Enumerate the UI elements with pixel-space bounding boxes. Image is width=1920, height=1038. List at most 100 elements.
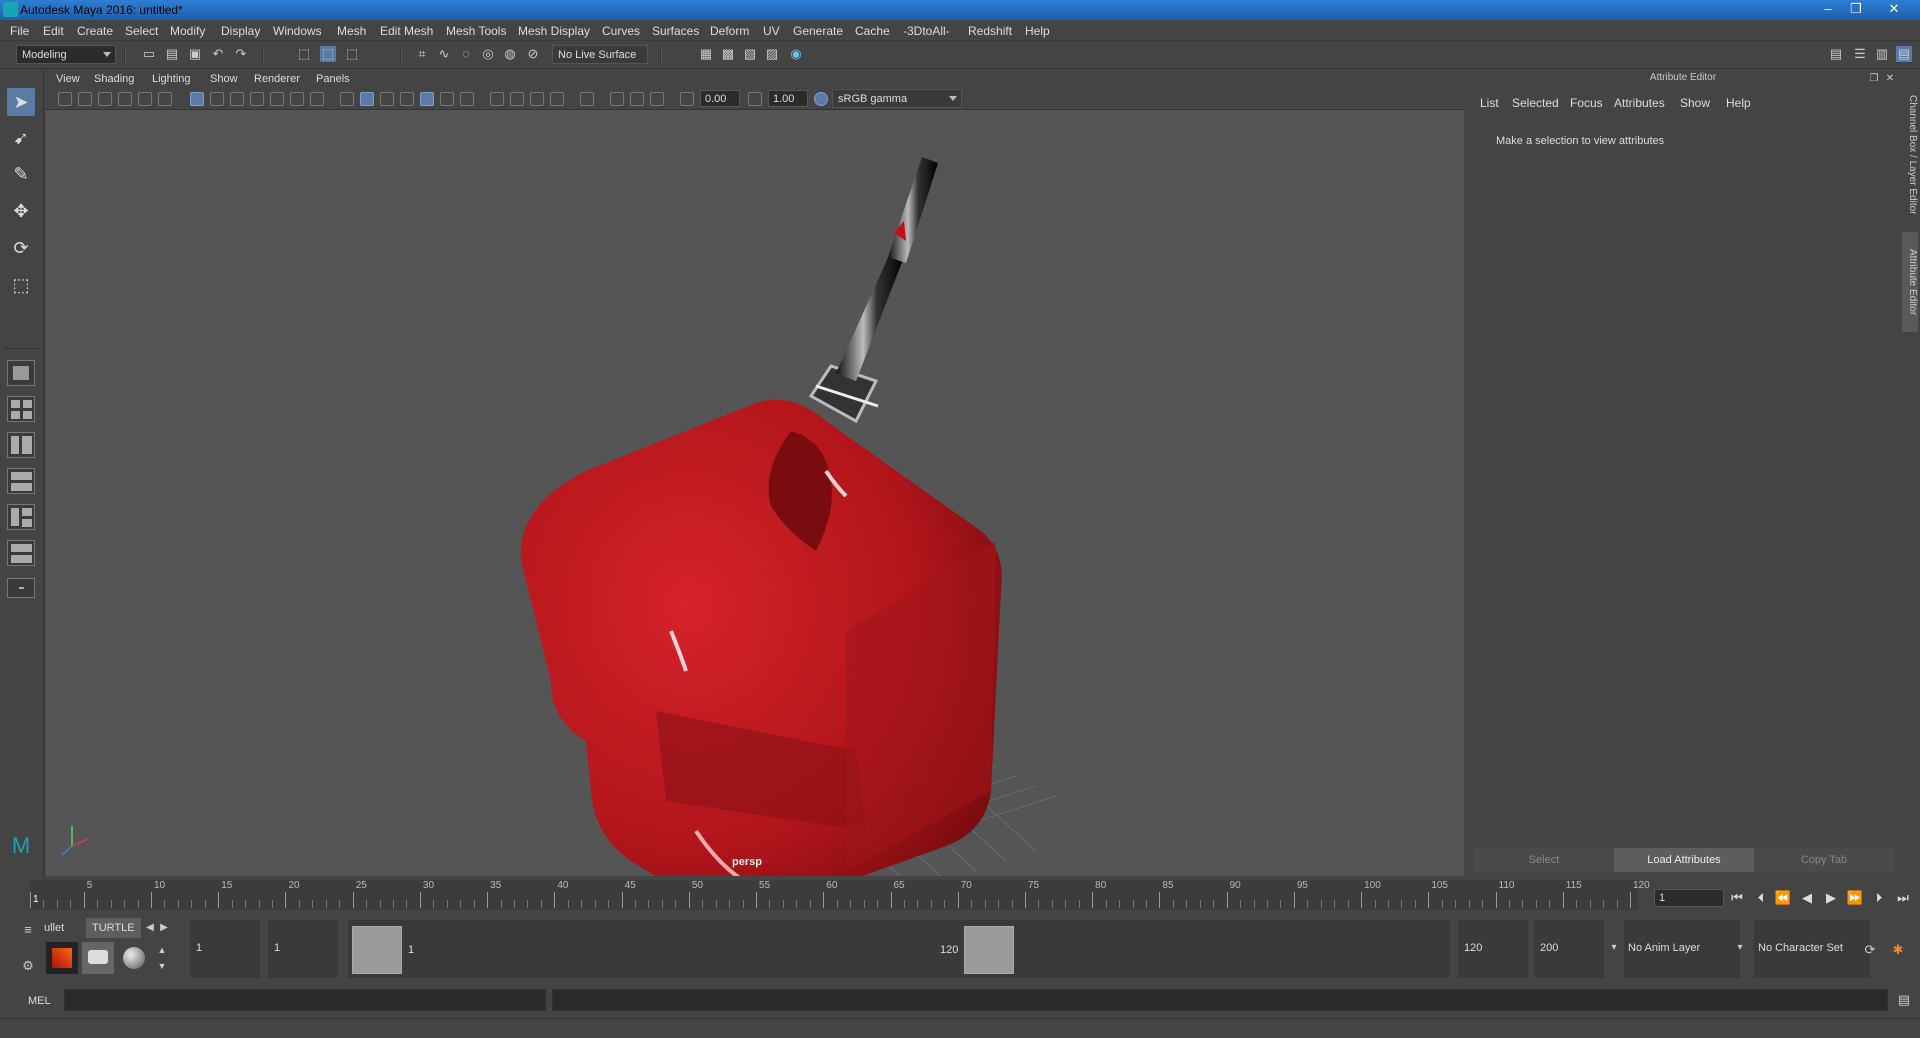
- shelf-down-icon[interactable]: ▼: [154, 958, 170, 974]
- snap-grid-icon[interactable]: ⌗: [414, 46, 430, 62]
- rotate-tool-icon[interactable]: ⟳: [7, 234, 35, 262]
- shelf-settings-icon[interactable]: ⚙: [20, 958, 36, 974]
- menu-select[interactable]: Select: [125, 24, 158, 38]
- script-editor-icon[interactable]: ▤: [1896, 992, 1912, 1008]
- ae-menu-list[interactable]: List: [1480, 96, 1499, 110]
- xray-icon[interactable]: [610, 92, 624, 106]
- ae-menu-attributes[interactable]: Attributes: [1614, 96, 1665, 110]
- close-button[interactable]: ✕: [1880, 0, 1908, 18]
- range-slider[interactable]: 1 120: [348, 920, 1450, 978]
- film-gate-icon[interactable]: [210, 92, 224, 106]
- step-back-key-icon[interactable]: ⏴: [1752, 888, 1770, 908]
- xray-active-components-icon[interactable]: [630, 92, 644, 106]
- lasso-tool-icon[interactable]: ➹: [7, 124, 35, 152]
- render-settings-icon[interactable]: ▦: [698, 46, 714, 62]
- playback-end-field[interactable]: 120: [1458, 920, 1528, 978]
- auto-key-icon[interactable]: ⟳: [1862, 942, 1878, 958]
- shadows-icon[interactable]: [460, 92, 474, 106]
- smooth-shade-icon[interactable]: [360, 92, 374, 106]
- anti-aliasing-icon[interactable]: [530, 92, 544, 106]
- ae-menu-help[interactable]: Help: [1726, 96, 1751, 110]
- xray-joints-icon[interactable]: [650, 92, 664, 106]
- range-start-handle[interactable]: [352, 926, 402, 974]
- viewport-menu-renderer[interactable]: Renderer: [254, 73, 300, 85]
- ae-load-attributes-button[interactable]: Load Attributes: [1614, 848, 1754, 872]
- menu-mesh-tools[interactable]: Mesh Tools: [446, 24, 506, 38]
- live-surface-field[interactable]: No Live Surface: [552, 45, 648, 64]
- viewport-menu-lighting[interactable]: Lighting: [152, 73, 191, 85]
- current-frame-field[interactable]: 1: [1654, 889, 1724, 907]
- shelf-tab-bullet[interactable]: ullet: [38, 918, 70, 938]
- anim-layer-dropdown[interactable]: No Anim Layer: [1624, 920, 1740, 978]
- go-to-start-icon[interactable]: ⏮: [1728, 888, 1746, 908]
- menu-modify[interactable]: Modify: [170, 24, 205, 38]
- camera-attributes-icon[interactable]: [78, 92, 92, 106]
- playback-start-field[interactable]: 1: [268, 920, 338, 978]
- play-backwards-icon[interactable]: ◀: [1798, 888, 1816, 908]
- shelf-up-icon[interactable]: ▲: [154, 942, 170, 958]
- open-scene-icon[interactable]: ▤: [164, 46, 180, 62]
- safe-title-icon[interactable]: [310, 92, 324, 106]
- hypershade-layout-icon[interactable]: [7, 540, 35, 566]
- two-d-pan-zoom-icon[interactable]: [138, 92, 152, 106]
- outliner-toggle-icon[interactable]: ☰: [1852, 46, 1868, 62]
- render-view-icon[interactable]: ▨: [764, 46, 780, 62]
- default-material-icon[interactable]: [380, 92, 394, 106]
- select-component-icon[interactable]: ⬚: [344, 46, 360, 62]
- step-forward-key-icon[interactable]: ⏵: [1870, 888, 1888, 908]
- select-tool-icon[interactable]: ➤: [7, 88, 35, 116]
- step-forward-frame-icon[interactable]: ⏩: [1846, 888, 1864, 908]
- character-set-chevron-icon[interactable]: ▾: [1732, 940, 1748, 956]
- single-pane-layout-icon[interactable]: [7, 360, 35, 386]
- modeling-toolkit-icon[interactable]: ▤: [1828, 46, 1844, 62]
- wireframe-icon[interactable]: [340, 92, 354, 106]
- menu-uv[interactable]: UV: [763, 24, 780, 38]
- shelf-menu-icon[interactable]: ≡: [20, 922, 36, 938]
- redo-icon[interactable]: ↷: [233, 46, 249, 62]
- channel-box-toggle-icon[interactable]: ▤: [1896, 46, 1912, 62]
- ae-select-button[interactable]: Select: [1474, 848, 1614, 872]
- paint-select-tool-icon[interactable]: ✎: [7, 160, 35, 188]
- play-forwards-icon[interactable]: ▶: [1822, 888, 1840, 908]
- start-time-field[interactable]: 1: [190, 920, 260, 978]
- float-panel-icon[interactable]: ❐: [1866, 71, 1882, 87]
- viewport-menu-shading[interactable]: Shading: [94, 73, 134, 85]
- menu-file[interactable]: File: [10, 24, 29, 38]
- minimize-button[interactable]: ‒: [1814, 0, 1842, 18]
- move-tool-icon[interactable]: ✥: [7, 197, 35, 225]
- shelf-item-sphere-icon[interactable]: [118, 942, 150, 974]
- select-object-icon[interactable]: ⬚: [320, 46, 336, 62]
- snap-view-plane-icon[interactable]: ◎: [480, 46, 496, 62]
- ipr-render-icon[interactable]: ▧: [742, 46, 758, 62]
- safe-action-icon[interactable]: [290, 92, 304, 106]
- step-back-frame-icon[interactable]: ⏪: [1774, 888, 1792, 908]
- menu-mesh-display[interactable]: Mesh Display: [518, 24, 590, 38]
- tab-attribute-editor[interactable]: Attribute Editor: [1902, 232, 1918, 332]
- close-panel-icon[interactable]: ✕: [1882, 71, 1898, 87]
- menu-mesh[interactable]: Mesh: [337, 24, 366, 38]
- menu-deform[interactable]: Deform: [710, 24, 749, 38]
- persp-graph-layout-icon[interactable]: [7, 468, 35, 494]
- grid-toggle-icon[interactable]: [190, 92, 204, 106]
- gamma-field[interactable]: 1.00: [768, 90, 808, 107]
- character-set-dropdown[interactable]: No Character Set: [1754, 920, 1870, 978]
- persp-outliner-graph-layout-icon[interactable]: [7, 504, 35, 530]
- new-scene-icon[interactable]: ▭: [141, 46, 157, 62]
- menu-create[interactable]: Create: [77, 24, 113, 38]
- view-transform-dropdown[interactable]: sRGB gamma: [832, 89, 962, 108]
- viewport-menu-view[interactable]: View: [56, 73, 80, 85]
- command-input[interactable]: [64, 989, 546, 1011]
- resolution-gate-icon[interactable]: [230, 92, 244, 106]
- layout-options-icon[interactable]: [7, 578, 35, 598]
- exposure-field[interactable]: 0.00: [700, 90, 740, 107]
- image-plane-icon[interactable]: [118, 92, 132, 106]
- select-hierarchy-icon[interactable]: ⬚: [296, 46, 312, 62]
- gamma-icon[interactable]: [748, 92, 762, 106]
- ae-menu-focus[interactable]: Focus: [1570, 96, 1603, 110]
- anim-layer-chevron-icon[interactable]: ▾: [1606, 940, 1622, 956]
- range-end-handle[interactable]: [964, 926, 1014, 974]
- snap-curve-icon[interactable]: ∿: [436, 46, 452, 62]
- wireframe-on-shaded-icon[interactable]: [400, 92, 414, 106]
- menu-display[interactable]: Display: [221, 24, 260, 38]
- snap-center-icon[interactable]: ⊘: [525, 46, 541, 62]
